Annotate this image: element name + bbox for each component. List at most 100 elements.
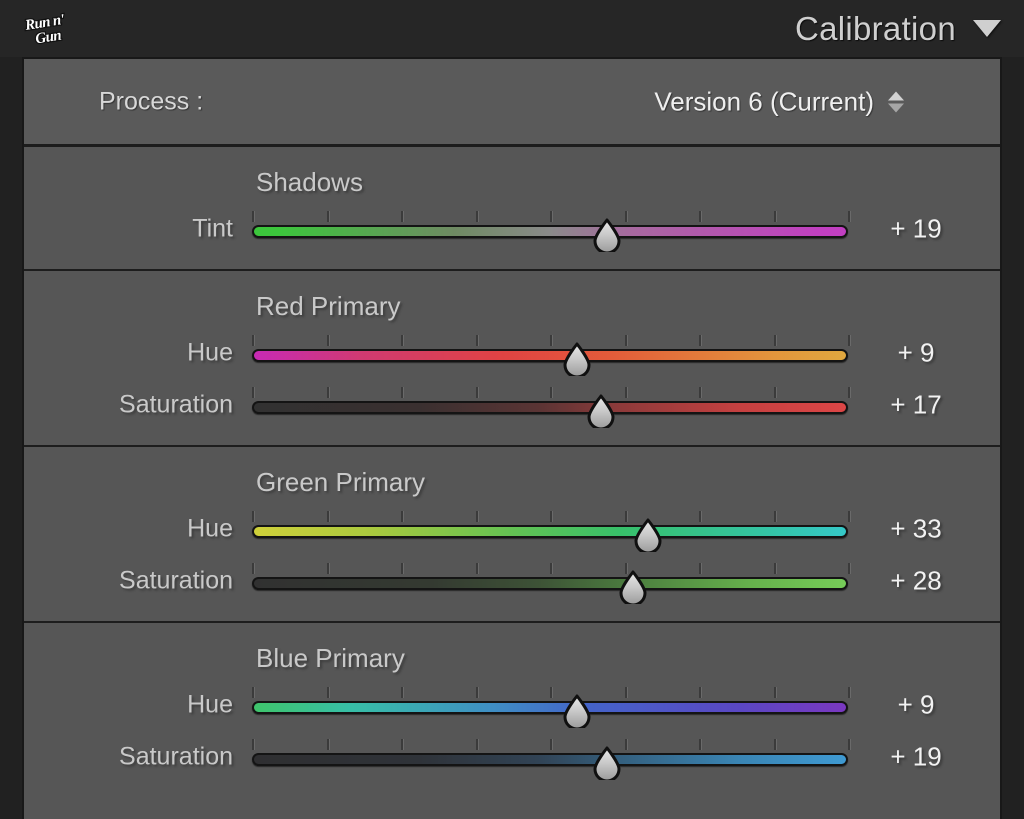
- slider-group-blue_primary: Blue Primary Hue + 9 Saturation + 19: [24, 623, 1000, 797]
- slider-groups: Shadows Tint + 19 Red Primary Hue + 9 Saturati…: [24, 147, 1000, 797]
- slider-row-shadows-tint: Tint + 19: [24, 203, 1000, 255]
- slider-track-area-blue_primary-saturation[interactable]: [252, 731, 850, 783]
- slider-label-blue_primary-saturation: Saturation: [119, 742, 233, 771]
- up-down-stepper-icon[interactable]: [888, 91, 904, 112]
- slider-tick: [773, 739, 776, 750]
- slider-tick: [401, 563, 403, 574]
- slider-handle-blue_primary-saturation[interactable]: [591, 746, 623, 780]
- slider-track[interactable]: [252, 225, 848, 238]
- slider-tick: [252, 335, 254, 346]
- slider-tick: [252, 211, 254, 222]
- slider-track[interactable]: [252, 753, 848, 766]
- slider-group-green_primary: Green Primary Hue + 33 Saturation + 28: [24, 447, 1000, 623]
- slider-track[interactable]: [252, 525, 848, 538]
- slider-tick: [699, 739, 701, 750]
- slider-value-red_primary-hue: + 9: [897, 337, 935, 368]
- process-version-select[interactable]: Version 6 (Current): [654, 86, 904, 117]
- slider-ticks: [252, 387, 850, 398]
- slider-handle-red_primary-hue[interactable]: [561, 342, 593, 376]
- slider-tick: [550, 563, 552, 574]
- slider-row-green_primary-saturation: Saturation + 28: [24, 555, 1000, 607]
- slider-tick: [475, 511, 478, 522]
- slider-tick: [699, 511, 701, 522]
- slider-track[interactable]: [252, 701, 848, 714]
- slider-tick: [699, 387, 701, 398]
- slider-row-green_primary-hue: Hue + 33: [24, 503, 1000, 555]
- slider-tick: [773, 563, 776, 574]
- slider-tick: [252, 563, 254, 574]
- slider-ticks: [252, 739, 850, 750]
- slider-tick: [475, 387, 478, 398]
- slider-tick: [401, 739, 403, 750]
- slider-row-red_primary-saturation: Saturation + 17: [24, 379, 1000, 431]
- slider-tick: [475, 687, 478, 698]
- process-row: Process : Version 6 (Current): [24, 59, 1000, 147]
- slider-track-area-red_primary-hue[interactable]: [252, 327, 850, 379]
- run-n-gun-logo: Run n' Gun: [22, 8, 80, 50]
- slider-row-blue_primary-saturation: Saturation + 19: [24, 731, 1000, 783]
- slider-handle-shadows-tint[interactable]: [591, 218, 623, 252]
- slider-tick: [475, 335, 478, 346]
- slider-handle-green_primary-hue[interactable]: [632, 518, 664, 552]
- slider-value-blue_primary-hue: + 9: [897, 689, 935, 720]
- slider-tick: [252, 511, 254, 522]
- slider-ticks: [252, 211, 850, 222]
- slider-track-area-blue_primary-hue[interactable]: [252, 679, 850, 731]
- group-title-green_primary: Green Primary: [256, 467, 426, 497]
- slider-value-red_primary-saturation: + 17: [890, 389, 942, 420]
- panel-collapse-button[interactable]: [972, 14, 1002, 44]
- slider-tick: [699, 687, 701, 698]
- group-title-red_primary: Red Primary: [256, 291, 401, 321]
- slider-tick: [326, 335, 329, 346]
- slider-ticks: [252, 563, 850, 574]
- process-version-value: Version 6 (Current): [654, 86, 874, 116]
- slider-tick: [550, 687, 552, 698]
- slider-ticks: [252, 687, 850, 698]
- slider-ticks: [252, 511, 850, 522]
- slider-handle-blue_primary-hue[interactable]: [561, 694, 593, 728]
- slider-track[interactable]: [252, 349, 848, 362]
- slider-tick: [326, 387, 329, 398]
- slider-tick: [550, 211, 552, 222]
- slider-tick: [699, 335, 701, 346]
- slider-group-shadows: Shadows Tint + 19: [24, 147, 1000, 271]
- slider-tick: [699, 563, 701, 574]
- slider-tick: [550, 335, 552, 346]
- slider-tick: [624, 211, 627, 222]
- slider-tick: [252, 387, 254, 398]
- slider-tick: [475, 739, 478, 750]
- slider-tick: [401, 335, 403, 346]
- slider-tick: [550, 739, 552, 750]
- slider-value-green_primary-saturation: + 28: [890, 565, 942, 596]
- slider-handle-green_primary-saturation[interactable]: [617, 570, 649, 604]
- slider-tick: [401, 387, 403, 398]
- slider-row-red_primary-hue: Hue + 9: [24, 327, 1000, 379]
- slider-track-area-green_primary-hue[interactable]: [252, 503, 850, 555]
- slider-tick: [550, 387, 552, 398]
- stepper-down-arrow: [888, 103, 904, 112]
- slider-track-area-red_primary-saturation[interactable]: [252, 379, 850, 431]
- slider-track[interactable]: [252, 577, 848, 590]
- slider-label-green_primary-hue: Hue: [187, 514, 233, 543]
- slider-tick: [773, 387, 776, 398]
- slider-tick: [624, 511, 627, 522]
- slider-label-red_primary-hue: Hue: [187, 338, 233, 367]
- slider-track[interactable]: [252, 401, 848, 414]
- slider-tick: [401, 511, 403, 522]
- slider-tick: [475, 563, 478, 574]
- triangle-down-icon: [973, 20, 1001, 37]
- slider-tick: [252, 687, 254, 698]
- slider-value-shadows-tint: + 19: [890, 213, 942, 244]
- slider-label-blue_primary-hue: Hue: [187, 690, 233, 719]
- slider-track-area-green_primary-saturation[interactable]: [252, 555, 850, 607]
- slider-tick: [773, 687, 776, 698]
- slider-row-blue_primary-hue: Hue + 9: [24, 679, 1000, 731]
- slider-handle-red_primary-saturation[interactable]: [585, 394, 617, 428]
- slider-track-area-shadows-tint[interactable]: [252, 203, 850, 255]
- slider-label-green_primary-saturation: Saturation: [119, 566, 233, 595]
- group-title-shadows: Shadows: [256, 167, 363, 197]
- slider-tick: [401, 687, 403, 698]
- slider-tick: [326, 511, 329, 522]
- slider-tick: [773, 335, 776, 346]
- svg-text:Gun: Gun: [34, 28, 62, 48]
